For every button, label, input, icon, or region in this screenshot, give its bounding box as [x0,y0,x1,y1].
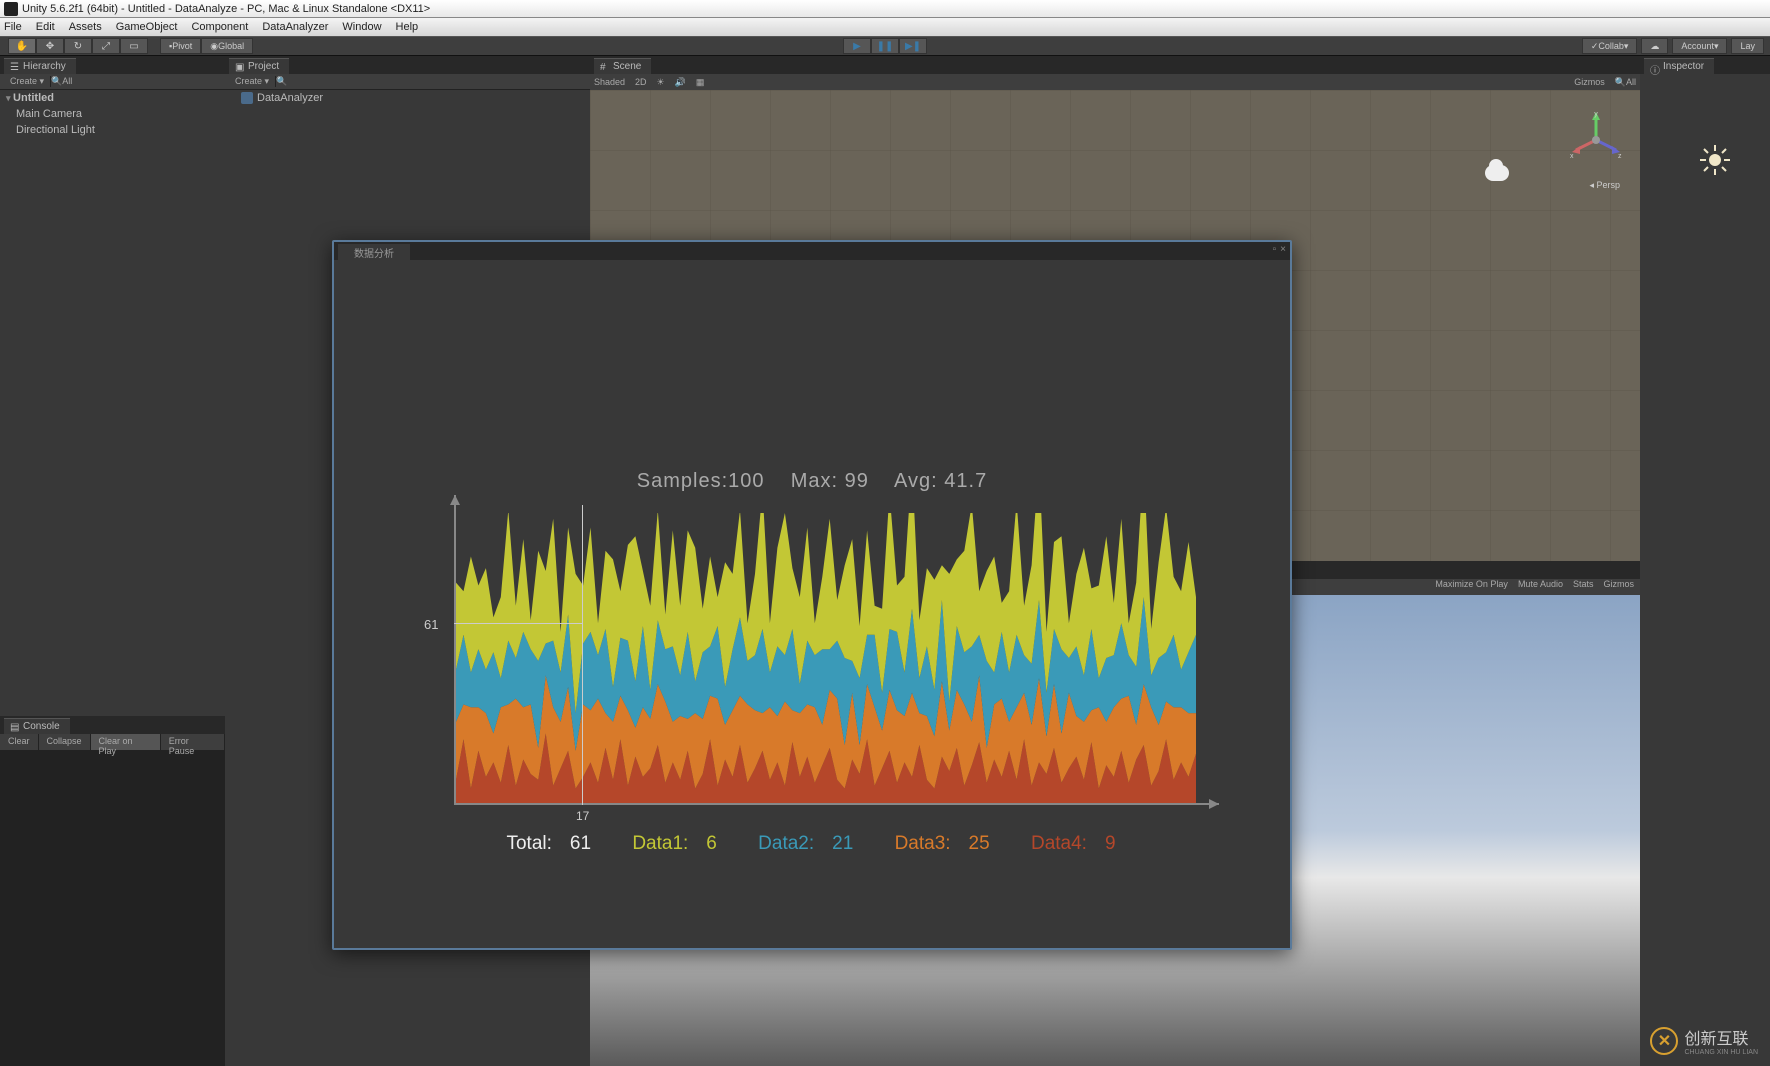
account-button[interactable]: Account ▾ [1672,38,1727,54]
chart-legend: Total:61 Data1:6 Data2:21 Data3:25 Data4… [454,833,1204,855]
sun-icon [1700,145,1730,175]
pause-button[interactable]: ❚❚ [871,38,899,54]
play-button[interactable]: ▶ [843,38,871,54]
move-tool-button[interactable]: ✥ [36,38,64,54]
global-button[interactable]: ◉ Global [201,38,253,54]
chart-x-cursor-label: 17 [576,809,589,823]
rotate-tool-button[interactable]: ↻ [64,38,92,54]
inspector-icon: ⓘ [1650,62,1660,72]
folder-icon: ▣ [235,62,245,72]
menu-dataanalyzer[interactable]: DataAnalyzer [262,21,328,33]
menu-window[interactable]: Window [342,21,381,33]
cloud-button[interactable]: ☁ [1641,38,1668,54]
pivot-button[interactable]: ▪ Pivot [160,38,201,54]
chart-cursor-vertical [582,505,583,805]
mode2d-toggle[interactable]: 2D [635,77,647,88]
hierarchy-create-button[interactable]: Create ▾ [4,76,51,87]
hand-tool-button[interactable]: ✋ [8,38,36,54]
menu-edit[interactable]: Edit [36,21,55,33]
watermark: ✕ 创新互联 CHUANG XIN HU LIAN [1650,1025,1758,1056]
scene-fx-toggle[interactable]: ▦ [696,77,705,88]
window-menu-icon[interactable]: ▫ [1273,244,1277,255]
step-button[interactable]: ▶❚ [899,38,927,54]
project-tab[interactable]: ▣Project [229,58,289,74]
chart-area[interactable]: 61 17 Total:61 Data1:6 Data2:21 Data3:25… [454,505,1204,805]
chart-y-cursor-label: 61 [424,617,438,632]
svg-text:z: z [1618,153,1622,160]
gizmos-dropdown[interactable]: Gizmos [1574,77,1605,88]
hierarchy-tab[interactable]: ☰Hierarchy [4,58,76,74]
stats-toggle[interactable]: Stats [1573,579,1594,595]
console-collapse-button[interactable]: Collapse [39,734,91,750]
collab-button[interactable]: ✓ Collab ▾ [1582,38,1638,54]
inspector-tab[interactable]: ⓘInspector [1644,58,1714,74]
orientation-gizmo[interactable]: y x z [1566,110,1626,170]
rect-tool-button[interactable]: ▭ [120,38,148,54]
hierarchy-scene-root[interactable]: Untitled [0,90,225,106]
shaded-dropdown[interactable]: Shaded [594,77,625,88]
scene-light-toggle[interactable]: ☀ [657,77,665,88]
console-errorpause-button[interactable]: Error Pause [161,734,225,750]
unity-logo-icon [4,2,18,16]
chart-header: Samples:100 Max: 99 Avg: 41.7 [344,470,1280,493]
hierarchy-item[interactable]: Main Camera [0,106,225,122]
scene-search[interactable]: 🔍All [1615,77,1636,88]
toolbar: ✋ ✥ ↻ ⤢ ▭ ▪ Pivot ◉ Global ▶ ❚❚ ▶❚ ✓ Col… [0,36,1770,56]
project-asset[interactable]: DataAnalyzer [225,90,590,106]
watermark-logo-icon: ✕ [1650,1027,1678,1055]
stacked-area-chart [456,513,1196,803]
menu-help[interactable]: Help [396,21,419,33]
window-titlebar: Unity 5.6.2f1 (64bit) - Untitled - DataA… [0,0,1770,18]
menu-file[interactable]: File [4,21,22,33]
project-create-button[interactable]: Create ▾ [229,76,276,87]
menu-component[interactable]: Component [191,21,248,33]
project-search[interactable]: 🔍 [276,76,287,87]
console-icon: ▤ [10,722,20,732]
mute-toggle[interactable]: Mute Audio [1518,579,1563,595]
console-clearonplay-button[interactable]: Clear on Play [91,734,161,750]
svg-text:y: y [1594,111,1598,118]
close-icon[interactable]: × [1280,244,1286,255]
scene-tab[interactable]: #Scene [594,58,651,74]
window-title: Unity 5.6.2f1 (64bit) - Untitled - DataA… [22,3,430,15]
data-analyzer-window[interactable]: 数据分析 ▫ × Samples:100 Max: 99 Avg: 41.7 6… [332,240,1292,950]
analyzer-tab[interactable]: 数据分析 [338,244,410,260]
chart-cursor-horizontal [454,623,582,624]
maximize-toggle[interactable]: Maximize On Play [1435,579,1508,595]
camera-icon [1485,165,1509,181]
console-tab[interactable]: ▤Console [4,718,70,734]
layers-button[interactable]: Lay [1731,38,1764,54]
game-gizmos-toggle[interactable]: Gizmos [1603,579,1634,595]
console-clear-button[interactable]: Clear [0,734,39,750]
hierarchy-item[interactable]: Directional Light [0,122,225,138]
menu-gameobject[interactable]: GameObject [116,21,178,33]
hierarchy-search[interactable]: 🔍All [51,76,72,87]
hierarchy-icon: ☰ [10,62,20,72]
menu-assets[interactable]: Assets [69,21,102,33]
scene-audio-toggle[interactable]: 🔊 [675,77,686,88]
svg-text:x: x [1570,153,1574,160]
asset-icon [241,92,253,104]
menubar: File Edit Assets GameObject Component Da… [0,18,1770,36]
persp-label[interactable]: ◂ Persp [1589,180,1620,191]
scale-tool-button[interactable]: ⤢ [92,38,120,54]
scene-icon: # [600,62,610,72]
chart-x-axis [454,803,1219,805]
